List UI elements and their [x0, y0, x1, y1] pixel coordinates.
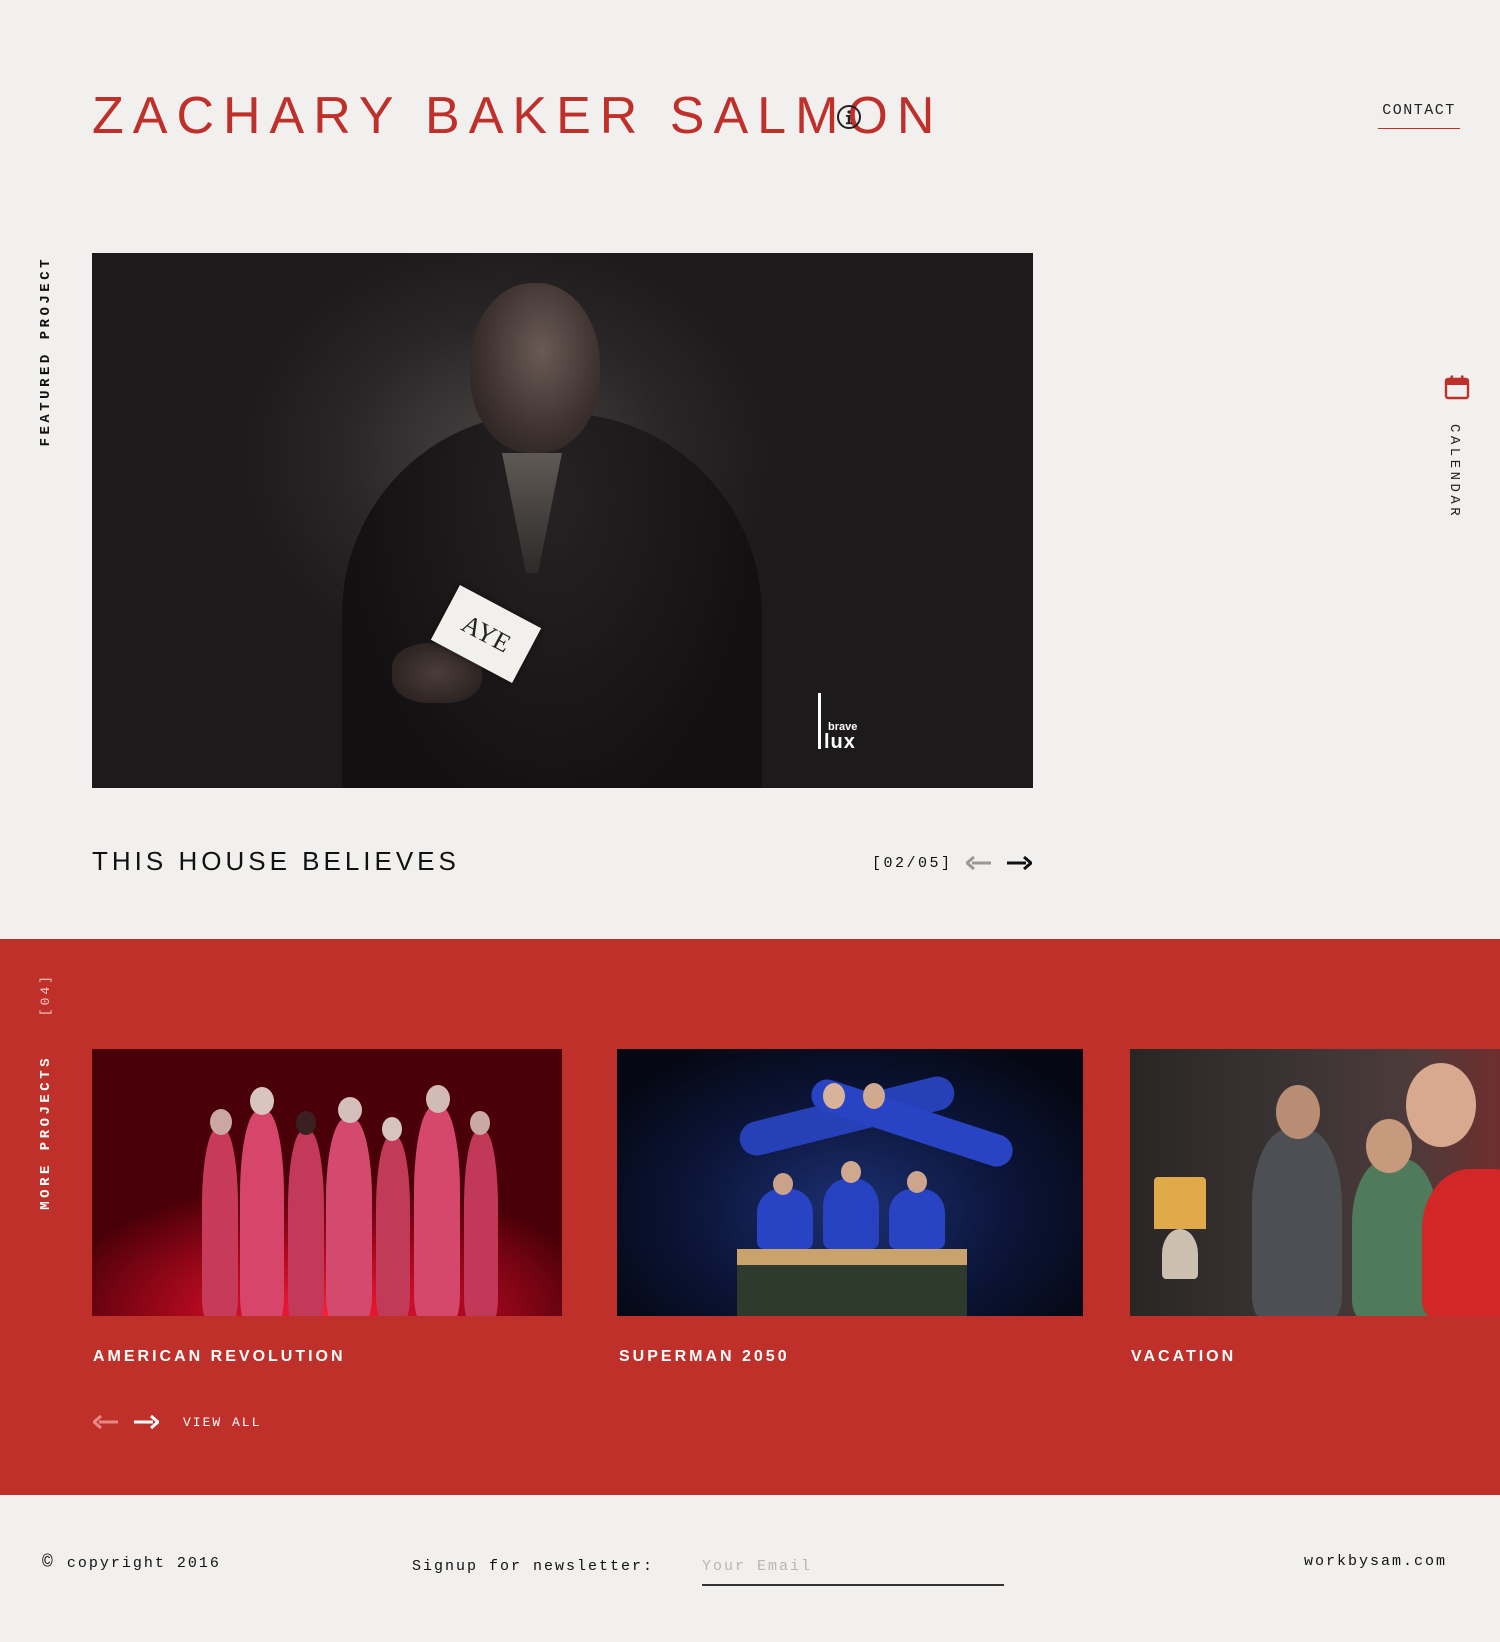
figure-head: [470, 283, 600, 453]
project-title-american-revolution[interactable]: AMERICAN REVOLUTION: [93, 1348, 346, 1366]
email-input[interactable]: [702, 1548, 1004, 1586]
project-card-superman-2050[interactable]: [617, 1049, 1083, 1316]
view-all-link[interactable]: VIEW ALL: [183, 1415, 261, 1430]
more-projects-label: MORE PROJECTS: [38, 1055, 54, 1210]
calendar-icon[interactable]: [1444, 374, 1470, 400]
info-icon[interactable]: [836, 104, 862, 130]
more-projects-section: [04] MORE PROJECTS AMERICAN REVOLUTION S…: [0, 939, 1500, 1495]
project-card-vacation[interactable]: [1130, 1049, 1500, 1316]
copyright-text: copyright 2016: [66, 1555, 221, 1572]
site-title[interactable]: ZACHARY BAKER SALMON: [92, 86, 943, 146]
project-card-american-revolution[interactable]: [92, 1049, 562, 1316]
projects-count: [04]: [38, 973, 53, 1017]
contact-link[interactable]: CONTACT: [1378, 102, 1460, 129]
copyright-icon: ©: [42, 1553, 55, 1573]
arrow-right-icon[interactable]: [133, 1415, 159, 1429]
featured-project-label: FEATURED PROJECT: [38, 256, 54, 447]
arrow-right-icon[interactable]: [1006, 856, 1032, 870]
calendar-label[interactable]: CALENDAR: [1446, 424, 1462, 519]
project-title-vacation[interactable]: VACATION: [1131, 1348, 1236, 1366]
site-url[interactable]: workbysam.com: [1304, 1553, 1447, 1570]
project-title-superman-2050[interactable]: SUPERMAN 2050: [619, 1348, 790, 1366]
featured-pager: [02/05]: [872, 855, 953, 872]
arrow-left-icon[interactable]: [966, 856, 992, 870]
featured-project-image[interactable]: AYE brave lux: [92, 253, 1033, 788]
newsletter-label: Signup for newsletter:: [412, 1558, 655, 1575]
featured-project-title[interactable]: THIS HOUSE BELIEVES: [92, 846, 460, 877]
arrow-left-icon[interactable]: [93, 1415, 119, 1429]
copyright: © copyright 2016: [42, 1553, 221, 1573]
